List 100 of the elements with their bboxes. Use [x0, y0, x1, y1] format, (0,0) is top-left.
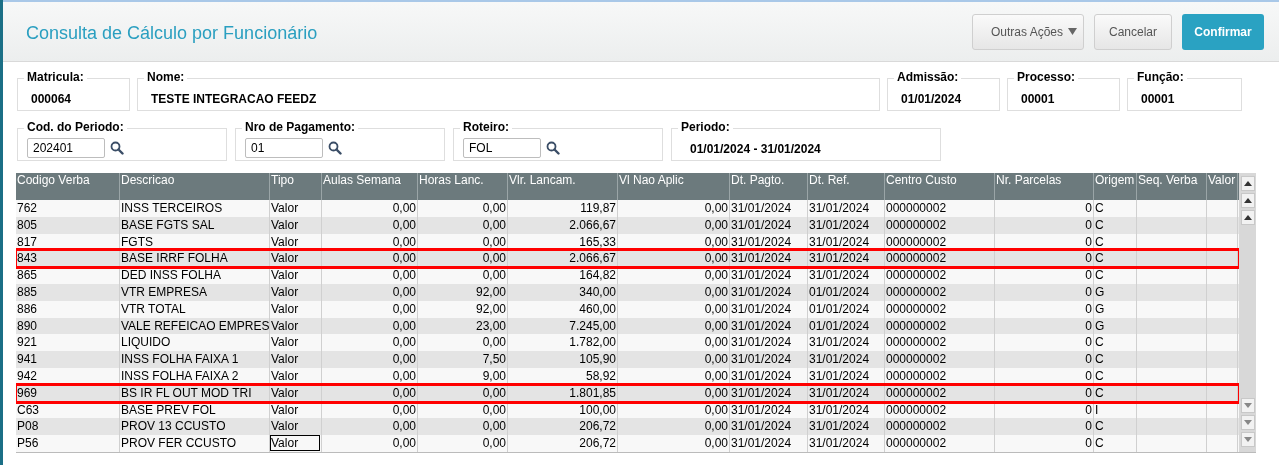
table-cell: 000000002: [886, 251, 947, 266]
table-cell: 0,00: [704, 201, 728, 215]
field-label: Processo:: [1014, 70, 1079, 84]
table-row[interactable]: P08 PROV 13 CCUSTO Valor 0,00 0,00 206,72 0,00 31/01/2024 31/01/2024 000000002 0 C: [16, 418, 1239, 436]
table-row[interactable]: P56 PROV FER CCUSTO Valor 0,00 0,00 206,72 0,00 31/01/2024 31/01/2024 000000002 0 C: [16, 435, 1239, 452]
table-cell: 7.245,00: [569, 318, 616, 333]
field-label: Nro de Pagamento:: [242, 120, 358, 134]
table-row[interactable]: 921 LIQUIDO Valor 0,00 0,00 1.782,00 0,00 31/01/2024 31/01/2024 000000002 0 C: [16, 334, 1239, 352]
table-cell: 0: [1085, 234, 1092, 249]
arrow-up-icon: [1243, 198, 1252, 203]
table-cell: 0,00: [482, 201, 506, 215]
arrow-up-icon: [1243, 181, 1252, 186]
table-cell: Valor: [271, 268, 299, 283]
table-cell: 0: [1085, 268, 1092, 283]
table-cell: 0: [1085, 318, 1092, 333]
table-cell: 31/01/2024: [809, 385, 870, 400]
input-field[interactable]: 202401: [27, 138, 105, 158]
table-cell: Valor: [271, 285, 299, 299]
field-value: 01/01/2024: [901, 92, 962, 106]
table-cell: 762: [17, 201, 38, 215]
table-cell: 0,00: [392, 385, 416, 400]
table-cell: 31/01/2024: [809, 268, 870, 283]
cancel-button[interactable]: Cancelar: [1094, 13, 1172, 50]
table-cell: 9,00: [482, 368, 506, 383]
table-cell: 000000002: [886, 385, 947, 400]
table-cell: 0,00: [704, 436, 728, 451]
caret-icon: [1068, 28, 1077, 35]
field-value: 01/01/2024 - 31/01/2024: [690, 142, 821, 156]
table-cell: 000000002: [886, 285, 947, 299]
table-cell: FGTS: [121, 234, 153, 249]
input-field[interactable]: FOL: [463, 138, 541, 158]
table-cell: 206,72: [579, 419, 616, 434]
table-cell: 0,00: [704, 402, 728, 417]
table-cell: Valor: [271, 318, 299, 333]
table-row[interactable]: 762 INSS TERCEIROS Valor 0,00 0,00 119,87 0,00 31/01/2024 31/01/2024 000000002 0 C: [16, 200, 1239, 217]
table-cell: 1.801,85: [569, 385, 616, 400]
table-cell: 0,00: [392, 335, 416, 350]
table-cell: 0: [1085, 436, 1092, 451]
table-cell: Valor: [271, 301, 299, 316]
table-cell: C: [1095, 217, 1104, 232]
table-cell: 01/01/2024: [809, 318, 870, 333]
table-cell: 23,00: [475, 318, 506, 333]
table-cell: VALE REFEICAO EMPRES: [121, 318, 269, 333]
table-cell: G: [1095, 285, 1105, 299]
table-cell: 31/01/2024: [809, 217, 870, 232]
table-cell: C: [1095, 436, 1104, 451]
table-cell: 0,00: [482, 335, 506, 350]
table-cell: Valor: [271, 402, 299, 417]
table-cell: P08: [17, 419, 39, 434]
table-cell: 0: [1085, 419, 1092, 434]
table-cell: 31/01/2024: [731, 268, 792, 283]
table-cell: C: [1095, 268, 1104, 283]
search-icon[interactable]: [110, 141, 124, 155]
scroll-button[interactable]: [1240, 193, 1255, 208]
table-cell: 000000002: [886, 402, 947, 417]
table-cell: INSS TERCEIROS: [121, 201, 223, 215]
table-cell: 0,00: [392, 201, 416, 215]
table-cell: 0,00: [704, 251, 728, 266]
field-label: Nome:: [144, 70, 188, 84]
table-row[interactable]: 969 BS IR FL OUT MOD TRI Valor 0,00 0,00 1.801,85 0,00 31/01/2024 31/01/2024 000000002 0 C: [16, 384, 1239, 402]
table-cell: 460,00: [579, 301, 616, 316]
table-cell: 941: [17, 352, 38, 367]
table-cell: C: [1095, 251, 1104, 266]
table-cell: Valor: [271, 352, 299, 367]
table-cell: 31/01/2024: [809, 368, 870, 383]
table-cell: 000000002: [886, 419, 947, 434]
table-cell: INSS FOLHA FAIXA 2: [121, 368, 239, 383]
table-cell: 0: [1085, 402, 1092, 417]
table-cell: 000000002: [886, 301, 947, 316]
table-cell: PROV 13 CCUSTO: [121, 419, 226, 434]
scrollbar[interactable]: [1239, 173, 1256, 452]
table-cell: 31/01/2024: [731, 385, 792, 400]
table-cell: 340,00: [579, 285, 616, 299]
field-label: Roteiro:: [460, 120, 512, 134]
table-cell: 0,00: [482, 251, 506, 266]
table-cell: 100,00: [579, 402, 616, 417]
table-cell: 31/01/2024: [809, 352, 870, 367]
table-cell: 0,00: [392, 268, 416, 283]
more-actions-button[interactable]: Outras Ações: [972, 13, 1084, 50]
table-cell: 0,00: [392, 352, 416, 367]
table-cell: 0,00: [392, 419, 416, 434]
table-cell: 7,50: [482, 352, 506, 367]
field-label: Admissão:: [894, 70, 962, 84]
scroll-button[interactable]: [1240, 176, 1255, 191]
table-cell: 31/01/2024: [809, 402, 870, 417]
input-field[interactable]: 01: [245, 138, 323, 158]
table-cell: 0,00: [704, 285, 728, 299]
table-cell: 890: [17, 318, 38, 333]
table-cell: 0,00: [482, 268, 506, 283]
table-cell: 0,00: [704, 318, 728, 333]
table-cell: 000000002: [886, 318, 947, 333]
search-icon[interactable]: [546, 141, 560, 155]
table-row[interactable]: 843 BASE IRRF FOLHA Valor 0,00 0,00 2.066,67 0,00 31/01/2024 31/01/2024 000000002 0 C: [16, 250, 1239, 268]
table-cell: 0,00: [482, 234, 506, 249]
table-cell: 0: [1085, 217, 1092, 232]
scroll-button[interactable]: [1240, 210, 1255, 225]
search-icon[interactable]: [328, 141, 342, 155]
table-cell: 1.782,00: [569, 335, 616, 350]
table-row[interactable]: 941 INSS FOLHA FAIXA 1 Valor 0,00 7,50 105,90 0,00 31/01/2024 31/01/2024 000000002 0 C: [16, 351, 1239, 368]
table-cell: 0,00: [392, 217, 416, 232]
